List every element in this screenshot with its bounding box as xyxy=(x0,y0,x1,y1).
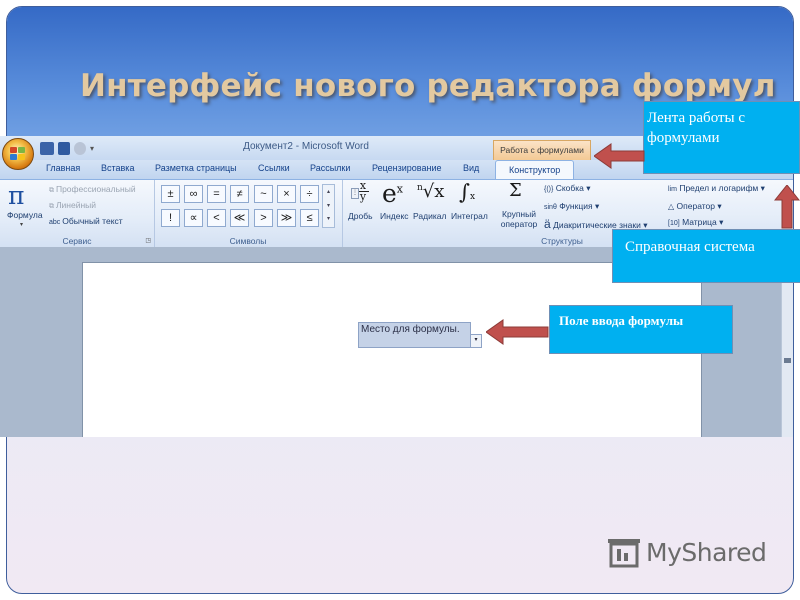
equation-input-field[interactable]: Место для формулы. xyxy=(358,322,471,348)
linear-option[interactable]: ⧉ Линейный xyxy=(49,200,96,211)
bracket-label: Скобка xyxy=(555,183,584,193)
scroll-up-icon[interactable]: ▴ xyxy=(323,185,334,199)
professional-label: Профессиональный xyxy=(55,184,136,194)
linear-label: Линейный xyxy=(55,200,97,210)
symbol-infinity[interactable]: ∞ xyxy=(184,185,203,203)
function-button[interactable]: sinθ Функция ▾ xyxy=(544,201,599,212)
arrow-to-input-field xyxy=(486,319,549,345)
symbol-less-equal[interactable]: ≤ xyxy=(300,209,319,227)
limit-log-button[interactable]: lim Предел и логарифм ▾ xyxy=(668,183,765,194)
symbol-less-than[interactable]: < xyxy=(207,209,226,227)
symbol-not-equal[interactable]: ≠ xyxy=(230,185,249,203)
integral-button[interactable]: Интеграл xyxy=(451,211,488,221)
callout-ribbon: Лента работы с формулами xyxy=(643,101,800,174)
symbol-divide[interactable]: ÷ xyxy=(300,185,319,203)
scrollbar-thumb[interactable] xyxy=(784,358,791,363)
matrix-label: Матрица xyxy=(682,217,717,227)
equation-options-icon[interactable]: ▾ xyxy=(470,334,482,348)
radical-button[interactable]: Радикал xyxy=(413,211,446,221)
dialog-launcher-icon[interactable]: ◳ xyxy=(145,237,151,244)
symbol-factorial[interactable]: ! xyxy=(161,209,180,227)
normal-text-label: Обычный текст xyxy=(62,216,123,226)
arrow-to-help xyxy=(774,185,800,229)
operator-label: Оператор xyxy=(676,201,715,211)
operator-icon: △ xyxy=(668,202,675,211)
tab-review[interactable]: Рецензирование xyxy=(372,163,442,173)
linear-icon: ⧉ xyxy=(49,203,56,210)
limit-icon: lim xyxy=(668,186,677,193)
tab-references[interactable]: Ссылки xyxy=(258,163,290,173)
accent-icon: ä xyxy=(544,217,551,231)
callout-help: Справочная система xyxy=(612,229,800,283)
symbol-proportional[interactable]: ∝ xyxy=(184,209,203,227)
abc-icon: abc xyxy=(49,219,63,226)
group-tools: π Формула ▾ ⧉ Профессиональный ⧉ Линейны… xyxy=(0,180,155,247)
group-label-tools: Сервис xyxy=(62,236,92,246)
operator-button[interactable]: △ Оператор ▾ xyxy=(668,201,722,212)
tab-view[interactable]: Вид xyxy=(463,163,479,173)
large-operator-button[interactable]: Крупный оператор xyxy=(497,209,541,229)
arrow-to-ribbon-tab xyxy=(594,143,645,169)
matrix-button[interactable]: [10] Матрица ▾ xyxy=(668,217,723,228)
callout-ribbon-text: Лента работы с формулами xyxy=(647,110,746,146)
radical-icon[interactable]: n√x xyxy=(417,181,444,202)
tab-mailings[interactable]: Рассылки xyxy=(310,163,350,173)
formula-dropdown-icon[interactable]: ▾ xyxy=(20,221,23,228)
pi-icon[interactable]: π xyxy=(8,181,24,210)
professional-option[interactable]: ⧉ Профессиональный xyxy=(49,184,136,195)
callout-input-field: Поле ввода формулы xyxy=(549,305,733,354)
script-button[interactable]: Индекс xyxy=(380,211,409,221)
myshared-logo: MyShared xyxy=(606,536,776,576)
group-label-symbols: Символы xyxy=(229,236,267,246)
callout-input-field-text: Поле ввода формулы xyxy=(559,313,684,328)
bracket-icon: {()} xyxy=(544,186,554,193)
callout-help-text: Справочная система xyxy=(625,239,755,255)
symbol-plus-minus[interactable]: ± xyxy=(161,185,180,203)
symbol-much-greater[interactable]: ≫ xyxy=(277,209,296,227)
limit-log-label: Предел и логарифм xyxy=(679,183,759,193)
professional-icon: ⧉ xyxy=(49,187,56,194)
symbol-times[interactable]: × xyxy=(277,185,296,203)
equation-placeholder: Место для формулы. xyxy=(361,324,460,335)
myshared-logo-icon xyxy=(608,539,640,568)
function-label: Функция xyxy=(559,201,593,211)
office-logo-icon xyxy=(10,147,26,161)
office-button[interactable] xyxy=(2,138,34,170)
myshared-logo-text: MyShared xyxy=(646,538,767,567)
function-icon: sinθ xyxy=(544,204,557,211)
scroll-down-icon[interactable]: ▾ xyxy=(323,199,334,213)
symbol-equals[interactable]: = xyxy=(207,185,226,203)
symbol-much-less[interactable]: ≪ xyxy=(230,209,249,227)
more-symbols-icon[interactable]: ▾ xyxy=(323,213,334,225)
word-window: ▾ Документ2 - Microsoft Word Работа с фо… xyxy=(0,136,793,437)
equation-handle-icon[interactable]: ⋮ xyxy=(351,188,359,199)
large-operator-icon[interactable]: Σ xyxy=(509,180,522,201)
tab-design[interactable]: Конструктор xyxy=(495,160,575,180)
bracket-button[interactable]: {()} Скобка ▾ xyxy=(544,183,591,194)
tab-insert[interactable]: Вставка xyxy=(101,163,134,173)
script-icon[interactable]: ex xyxy=(382,179,403,208)
integral-icon[interactable]: ∫x xyxy=(459,180,475,204)
slide-title: Интерфейс нового редактора формул xyxy=(80,68,776,104)
tab-page-layout[interactable]: Разметка страницы xyxy=(155,163,237,173)
matrix-icon: [10] xyxy=(668,220,680,227)
normal-text-option[interactable]: abc Обычный текст xyxy=(49,216,123,226)
formula-button[interactable]: Формула xyxy=(7,210,43,220)
contextual-tab-equation-tools: Работа с формулами xyxy=(493,140,591,160)
symbol-tilde[interactable]: ~ xyxy=(254,185,273,203)
tab-home[interactable]: Главная xyxy=(46,163,80,173)
symbols-scroll[interactable]: ▴ ▾ ▾ xyxy=(322,184,335,228)
symbol-greater-than[interactable]: > xyxy=(254,209,273,227)
fraction-button[interactable]: Дробь xyxy=(348,211,373,221)
